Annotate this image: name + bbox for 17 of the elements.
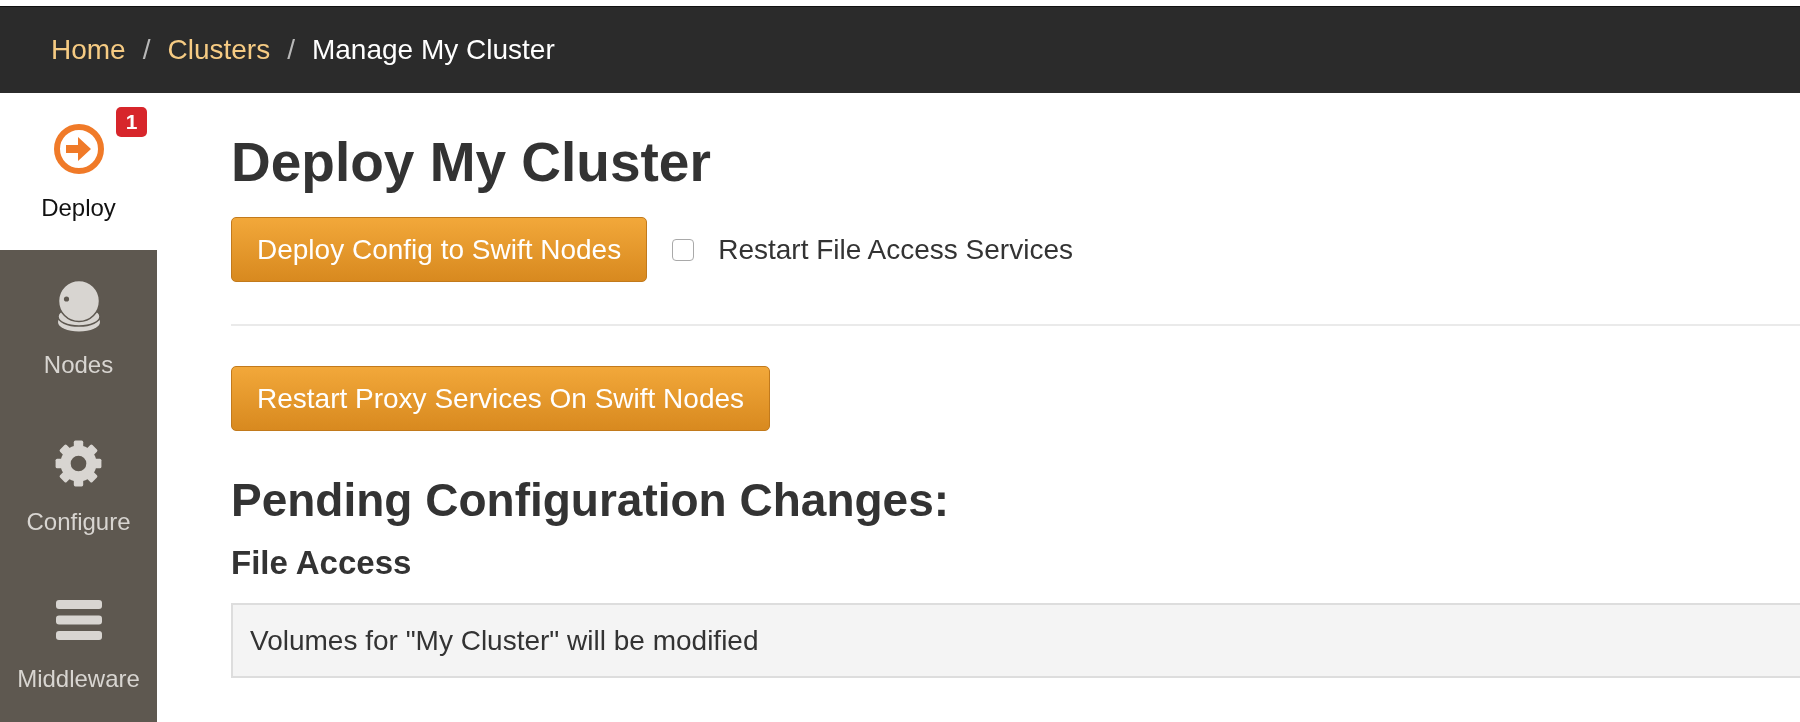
change-notice: Volumes for "My Cluster" will be modified: [231, 603, 1800, 678]
breadcrumb-link[interactable]: Home: [51, 34, 126, 66]
sidebar-item[interactable]: Deploy 1: [0, 93, 157, 250]
page-title: Deploy My Cluster: [231, 131, 712, 193]
notification-count: 1: [116, 107, 147, 137]
checkbox-label[interactable]: Restart File Access Services: [718, 233, 1073, 266]
restart-services-checkbox[interactable]: [672, 238, 695, 261]
subsection-heading: File Access: [231, 543, 413, 583]
arrow-right-circle-icon: [53, 124, 104, 174]
disk-stack-icon: [56, 280, 101, 332]
section-heading: Pending Configuration Changes:: [231, 473, 951, 528]
menu-icon: [55, 600, 102, 640]
breadcrumb-link[interactable]: Clusters: [167, 34, 271, 66]
breadcrumb-separator: /: [286, 34, 296, 66]
breadcrumb-separator: /: [141, 34, 152, 66]
gear-icon: [55, 439, 102, 487]
breadcrumb-current: Manage My Cluster: [311, 34, 555, 66]
